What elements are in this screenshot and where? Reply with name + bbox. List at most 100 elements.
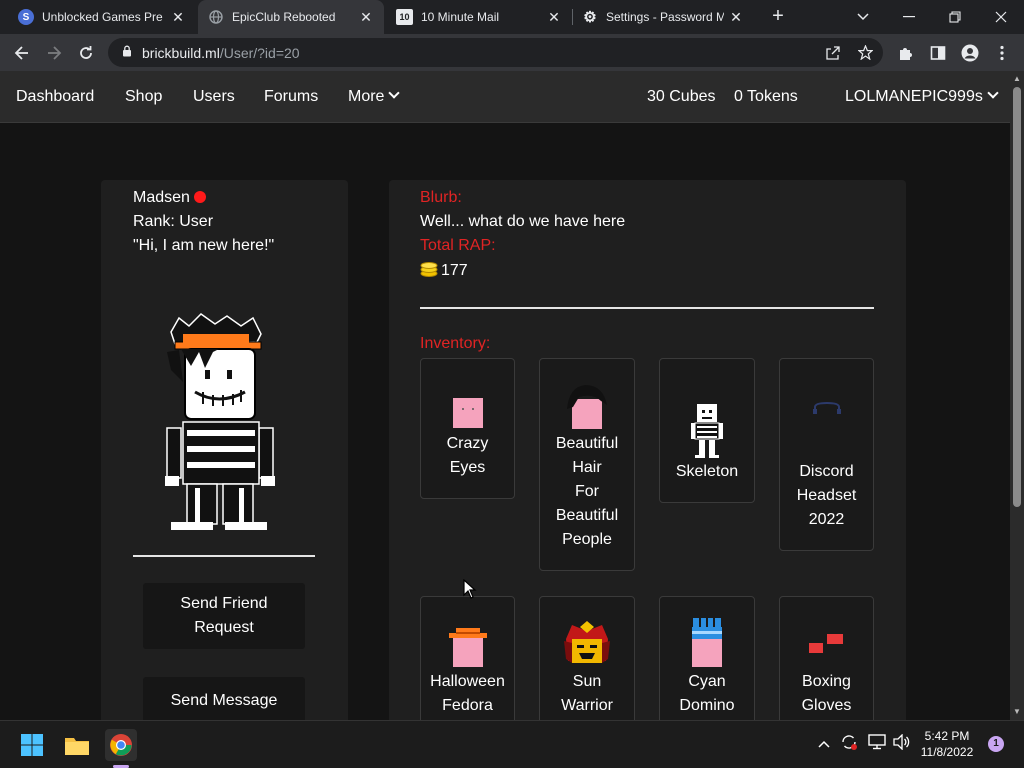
sync-status-icon[interactable]: [840, 733, 858, 754]
extensions-puzzle-icon[interactable]: [893, 40, 919, 66]
clock-time: 5:42 PM: [924, 729, 970, 743]
blurb-label: Blurb:: [420, 189, 462, 206]
profile-avatar-icon[interactable]: [957, 40, 983, 66]
url-host: brickbuild.ml: [142, 44, 220, 61]
boxing-gloves-thumbnail: [808, 634, 843, 653]
profile-rank: Rank: User: [133, 213, 214, 230]
profile-username: Madsen: [133, 189, 190, 206]
discord-headset-thumbnail: [812, 401, 841, 414]
inventory-item-halloween-fedora[interactable]: Halloween Fedora: [420, 596, 515, 720]
halloween-fedora-thumbnail: [448, 628, 487, 667]
minimize-button[interactable]: [886, 0, 932, 34]
url-path: /User/?id=20: [219, 44, 300, 61]
browser-tab-strip: S Unblocked Games Pre ✕ EpicClub Reboote…: [0, 0, 1024, 34]
notification-count-badge[interactable]: 1: [988, 736, 1004, 752]
inventory-item-sun-warrior[interactable]: Sun Warrior: [539, 596, 635, 720]
nav-more-label: More: [348, 88, 385, 105]
tab-10-minute-mail[interactable]: 10 10 Minute Mail ✕: [386, 0, 572, 34]
user-menu-dropdown[interactable]: LOLMANEPIC999s: [845, 71, 999, 123]
lock-icon[interactable]: [122, 45, 132, 60]
inventory-item-boxing-gloves[interactable]: Boxing Gloves: [779, 596, 874, 720]
details-card: Blurb: Well... what do we have here Tota…: [389, 180, 906, 720]
mouse-pointer-icon: [463, 579, 477, 599]
page-content: Madsen Rank: User "Hi, I am new here!" S…: [0, 123, 1010, 720]
reload-button[interactable]: [73, 40, 99, 66]
nav-forums[interactable]: Forums: [264, 71, 318, 123]
blurb-text: Well... what do we have here: [420, 213, 626, 230]
browser-toolbar: brickbuild.ml/User/?id=20: [0, 34, 1024, 71]
tokens-balance: 0 Tokens: [734, 88, 798, 105]
globe-icon: [208, 9, 224, 25]
item-name: Boxing Gloves: [801, 673, 852, 714]
tab-title: EpicClub Rebooted: [232, 10, 336, 24]
inventory-item-skeleton[interactable]: Skeleton: [659, 358, 755, 503]
skeleton-thumbnail: [691, 404, 723, 458]
new-tab-button[interactable]: +: [766, 5, 790, 29]
show-hidden-icons-chevron-icon[interactable]: [818, 735, 830, 751]
file-explorer-icon[interactable]: [61, 729, 93, 761]
chevron-down-icon: [987, 87, 999, 99]
send-message-button[interactable]: Send Message: [143, 677, 305, 720]
windows-start-icon[interactable]: [16, 729, 48, 761]
inventory-label: Inventory:: [420, 335, 491, 352]
close-tab-icon[interactable]: ✕: [358, 9, 374, 26]
online-status-dot-icon: [193, 191, 206, 203]
close-window-button[interactable]: [978, 0, 1024, 34]
address-bar[interactable]: brickbuild.ml/User/?id=20: [108, 38, 883, 67]
restore-button[interactable]: [932, 0, 978, 34]
forward-button[interactable]: [41, 40, 67, 66]
volume-icon[interactable]: [893, 733, 911, 753]
beautiful-hair-thumbnail: [567, 385, 607, 429]
total-rap-label: Total RAP:: [420, 237, 496, 254]
tab-title: 10 Minute Mail: [421, 10, 500, 24]
chrome-taskbar-icon[interactable]: [105, 729, 137, 761]
inventory-item-crazy-eyes[interactable]: Crazy Eyes: [420, 358, 515, 499]
inventory-item-beautiful-hair[interactable]: Beautiful Hair For Beautiful People: [539, 358, 635, 571]
page-scrollbar[interactable]: ▲ ▼: [1010, 71, 1024, 720]
nav-more-dropdown[interactable]: More: [348, 71, 401, 123]
gear-icon: ⚙: [583, 9, 597, 26]
menu-kebab-icon[interactable]: [989, 40, 1015, 66]
coins-icon: [420, 262, 438, 277]
profile-card: Madsen Rank: User "Hi, I am new here!" S…: [101, 180, 348, 720]
sun-warrior-thumbnail: [564, 621, 610, 663]
item-name: Cyan Domino: [679, 673, 735, 714]
scroll-down-arrow-icon[interactable]: ▼: [1010, 705, 1024, 719]
item-name: Skeleton: [675, 463, 739, 480]
tab-title: Settings - Password Ma: [606, 10, 724, 24]
total-rap-row: 177: [420, 261, 468, 280]
clock-date: 11/8/2022: [920, 745, 974, 759]
back-button[interactable]: [9, 40, 35, 66]
user-avatar: [165, 313, 275, 530]
profile-bio: "Hi, I am new here!": [133, 237, 275, 254]
ten-minute-mail-icon: 10: [396, 9, 413, 25]
nav-users[interactable]: Users: [193, 71, 235, 123]
nav-shop[interactable]: Shop: [125, 71, 162, 123]
system-clock[interactable]: 5:42 PM 11/8/2022: [912, 728, 982, 760]
inventory-item-discord-headset[interactable]: Discord Headset 2022: [779, 358, 874, 551]
nav-dashboard[interactable]: Dashboard: [16, 71, 94, 123]
tab-search-chevron-icon[interactable]: [840, 0, 886, 34]
close-tab-icon[interactable]: ✕: [728, 9, 744, 26]
send-friend-request-button[interactable]: Send Friend Request: [143, 583, 305, 649]
display-icon[interactable]: [868, 734, 886, 753]
tab-title: Unblocked Games Pre: [42, 10, 163, 24]
profile-divider: [133, 555, 315, 557]
scrollbar-thumb[interactable]: [1013, 87, 1021, 507]
profile-name-row: Madsen: [133, 189, 206, 207]
side-panel-icon[interactable]: [925, 40, 951, 66]
crazy-eyes-thumbnail: [452, 398, 483, 428]
total-rap-value: 177: [441, 262, 468, 279]
site-logo-icon: S: [18, 9, 34, 25]
close-tab-icon[interactable]: ✕: [170, 9, 186, 26]
share-icon[interactable]: [819, 38, 847, 67]
username-label: LOLMANEPIC999s: [845, 88, 983, 105]
item-name: Sun Warrior: [561, 673, 613, 714]
tab-settings-password[interactable]: ⚙ Settings - Password Ma ✕: [572, 0, 754, 34]
scroll-up-arrow-icon[interactable]: ▲: [1010, 72, 1024, 86]
close-tab-icon[interactable]: ✕: [546, 9, 562, 26]
tab-epicclub[interactable]: EpicClub Rebooted ✕: [198, 0, 384, 34]
inventory-item-cyan-domino[interactable]: Cyan Domino: [659, 596, 755, 720]
tab-unblocked-games[interactable]: S Unblocked Games Pre ✕: [8, 0, 196, 34]
bookmark-star-icon[interactable]: [851, 38, 879, 67]
